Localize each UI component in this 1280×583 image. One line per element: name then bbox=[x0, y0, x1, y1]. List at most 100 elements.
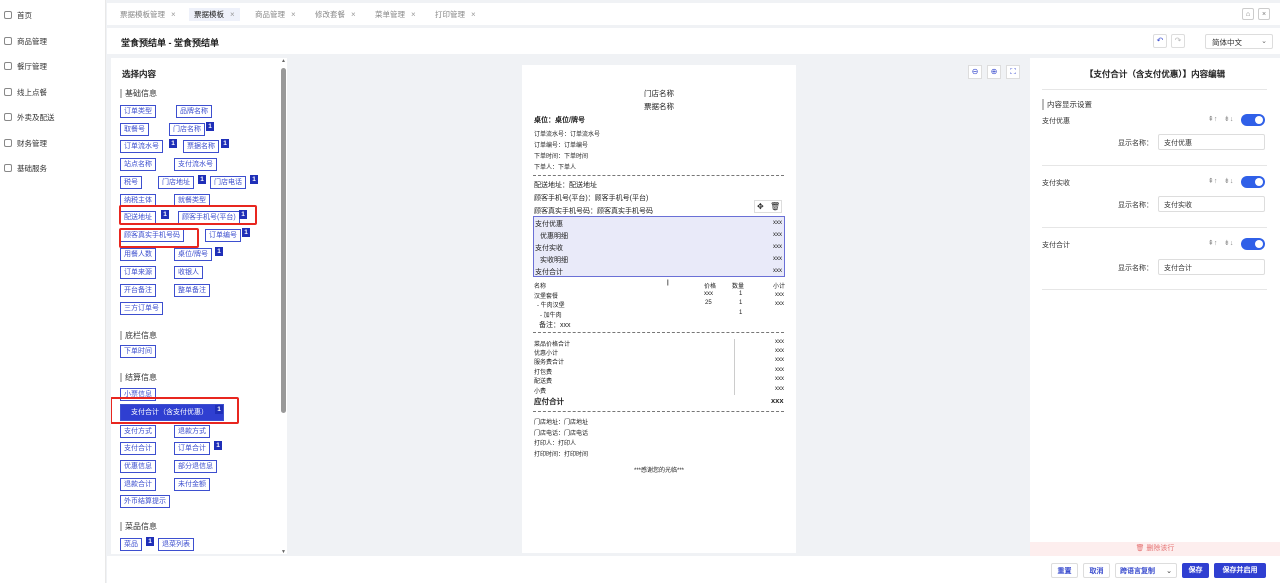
field-toggle[interactable] bbox=[1241, 238, 1265, 250]
chip-unpaid-amount[interactable]: 未付金额 bbox=[174, 478, 210, 491]
nav-item-goods[interactable]: 商品管理 bbox=[4, 34, 47, 48]
count-badge: 1 bbox=[169, 139, 177, 148]
receipt-address[interactable]: 配送地址：配送地址 bbox=[534, 180, 597, 190]
lock-icon[interactable]: ⌂ bbox=[1242, 8, 1254, 20]
left-panel-scrollbar[interactable]: ▲ ▼ bbox=[280, 58, 287, 556]
chip-cashier[interactable]: 收银人 bbox=[174, 266, 203, 279]
chevron-down-icon: ⌄ bbox=[1261, 38, 1267, 45]
chip-discount-info[interactable]: 优惠信息 bbox=[120, 460, 156, 473]
field-toggle[interactable] bbox=[1241, 176, 1265, 188]
receipt-phone-real[interactable]: 顾客真实手机号码：顾客真实手机号码 bbox=[534, 206, 653, 216]
nav-item-finance[interactable]: 财务管理 bbox=[4, 136, 47, 150]
nav-item-restaurant[interactable]: 餐厅管理 bbox=[4, 59, 47, 73]
sort-desc-icon[interactable]: ⇟↓ bbox=[1224, 177, 1233, 185]
chip-order-no[interactable]: 订单编号 bbox=[205, 229, 241, 242]
receipt-order-time[interactable]: 下单时间：下单时间 bbox=[534, 151, 588, 160]
scroll-up-icon[interactable]: ▲ bbox=[280, 58, 287, 64]
nav-label: 线上点餐 bbox=[17, 87, 47, 97]
chip-foreign-currency-tip[interactable]: 外币结算提示 bbox=[120, 495, 170, 508]
chip-order-total[interactable]: 订单合计 bbox=[174, 442, 210, 455]
nav-item-home[interactable]: 首页 bbox=[4, 8, 32, 22]
chip-partial-refund-info[interactable]: 部分退信息 bbox=[174, 460, 217, 473]
chip-order-time[interactable]: 下单时间 bbox=[120, 345, 156, 358]
close-icon[interactable]: × bbox=[351, 10, 356, 19]
close-icon[interactable]: × bbox=[471, 10, 476, 19]
zoom-out-icon[interactable]: ⊖ bbox=[968, 65, 982, 79]
close-all-icon[interactable]: × bbox=[1258, 8, 1270, 20]
save-button[interactable]: 保存 bbox=[1182, 563, 1209, 578]
field-toggle[interactable] bbox=[1241, 114, 1265, 126]
tab-edit-combo[interactable]: 修改套餐 × bbox=[310, 8, 361, 21]
nav-item-service[interactable]: 基础服务 bbox=[4, 161, 47, 175]
chip-pickup-no[interactable]: 取餐号 bbox=[120, 123, 149, 136]
receipt-ticket-name[interactable]: 票据名称 bbox=[522, 101, 796, 112]
tab-print-mgmt[interactable]: 打印管理 × bbox=[430, 8, 481, 21]
chip-store-phone[interactable]: 门店电话 bbox=[210, 176, 246, 189]
tab-goods-mgmt[interactable]: 商品管理 × bbox=[250, 8, 301, 21]
delete-row-button[interactable]: 🗑 删除该行 bbox=[1030, 542, 1280, 556]
chip-pay-serial[interactable]: 支付流水号 bbox=[174, 158, 217, 171]
reset-button[interactable]: 重置 bbox=[1051, 563, 1078, 578]
footer-line: 打印时间：打印时间 bbox=[534, 452, 589, 458]
chip-refund-method[interactable]: 退款方式 bbox=[174, 425, 210, 438]
nav-label: 商品管理 bbox=[17, 36, 47, 46]
cancel-button[interactable]: 取消 bbox=[1083, 563, 1110, 578]
display-name-input[interactable]: 支付实收 bbox=[1158, 196, 1265, 212]
language-select[interactable]: 简体中文 ⌄ bbox=[1205, 34, 1273, 49]
scroll-thumb[interactable] bbox=[281, 68, 286, 413]
chip-third-party-order[interactable]: 三方订单号 bbox=[120, 302, 163, 315]
receipt-order-no[interactable]: 订单编号：订单编号 bbox=[534, 140, 588, 149]
receipt-store-name[interactable]: 门店名称 bbox=[522, 88, 796, 99]
tab-menu-mgmt[interactable]: 菜单管理 × bbox=[370, 8, 421, 21]
redo-icon[interactable]: ↷ bbox=[1171, 34, 1185, 48]
chip-tax-no[interactable]: 税号 bbox=[120, 176, 142, 189]
sort-asc-icon[interactable]: ⇞↑ bbox=[1208, 177, 1217, 185]
display-name-input[interactable]: 支付合计 bbox=[1158, 259, 1265, 275]
chip-ticket-name[interactable]: 票据名称 bbox=[183, 140, 219, 153]
nav-item-online-order[interactable]: 线上点餐 bbox=[4, 85, 47, 99]
pay-line-label: 优惠明细 bbox=[540, 233, 568, 240]
close-icon[interactable]: × bbox=[171, 10, 176, 19]
chip-site-name[interactable]: 站点名称 bbox=[120, 158, 156, 171]
display-name-input[interactable]: 支付优惠 bbox=[1158, 134, 1265, 150]
chip-order-source[interactable]: 订单来源 bbox=[120, 266, 156, 279]
chip-refund-total[interactable]: 退款合计 bbox=[120, 478, 156, 491]
chip-serial-no[interactable]: 订单流水号 bbox=[120, 140, 163, 153]
receipt-table[interactable]: 桌位：桌位/牌号 bbox=[534, 115, 585, 125]
receipt-preview: 门店名称 票据名称 桌位：桌位/牌号 订单流水号：订单流水号 订单编号：订单编号… bbox=[522, 65, 796, 553]
close-icon[interactable]: × bbox=[230, 10, 235, 19]
sort-desc-icon[interactable]: ⇟↓ bbox=[1224, 115, 1233, 123]
selected-block-pay-total[interactable]: 支付优惠 xxx 优惠明细 xxx 支付实收 xxx 实收明细 xxx 支付合计… bbox=[533, 216, 785, 277]
chip-order-remark[interactable]: 整单备注 bbox=[174, 284, 210, 297]
chip-diner-count[interactable]: 用餐人数 bbox=[120, 248, 156, 261]
chip-pay-total[interactable]: 支付合计 bbox=[120, 442, 156, 455]
multi-language-copy-button[interactable]: 跨语言复制 ⌄ bbox=[1115, 563, 1177, 578]
undo-icon[interactable]: ↶ bbox=[1153, 34, 1167, 48]
chip-table-no[interactable]: 桌位/牌号 bbox=[174, 248, 212, 261]
receipt-cashier[interactable]: 下单人：下单人 bbox=[534, 162, 576, 171]
receipt-serial[interactable]: 订单流水号：订单流水号 bbox=[534, 129, 600, 138]
save-and-enable-button[interactable]: 保存并启用 bbox=[1214, 563, 1266, 578]
fit-screen-icon[interactable]: ⛶ bbox=[1006, 65, 1020, 79]
chip-store-name[interactable]: 门店名称 bbox=[169, 123, 205, 136]
chip-open-remark[interactable]: 开台备注 bbox=[120, 284, 156, 297]
sort-asc-icon[interactable]: ⇞↑ bbox=[1208, 115, 1217, 123]
scroll-down-icon[interactable]: ▼ bbox=[280, 549, 287, 555]
sort-asc-icon[interactable]: ⇞↑ bbox=[1208, 239, 1217, 247]
chip-brand-name[interactable]: 品牌名称 bbox=[176, 105, 212, 118]
chip-dish[interactable]: 菜品 bbox=[120, 538, 142, 551]
zoom-in-icon[interactable]: ⊕ bbox=[987, 65, 1001, 79]
chip-returned-dishes[interactable]: 退菜列表 bbox=[158, 538, 194, 551]
chip-store-address[interactable]: 门店地址 bbox=[158, 176, 194, 189]
close-icon[interactable]: × bbox=[291, 10, 296, 19]
pay-line-label: 支付实收 bbox=[535, 245, 563, 252]
chip-pay-method[interactable]: 支付方式 bbox=[120, 425, 156, 438]
close-icon[interactable]: × bbox=[411, 10, 416, 19]
chip-order-type[interactable]: 订单类型 bbox=[120, 105, 156, 118]
nav-label: 首页 bbox=[17, 10, 32, 20]
sort-desc-icon[interactable]: ⇟↓ bbox=[1224, 239, 1233, 247]
tab-ticket-template[interactable]: 票据模板 × bbox=[189, 8, 240, 21]
nav-item-delivery[interactable]: 外卖及配送 bbox=[4, 110, 55, 124]
tab-ticket-template-mgmt[interactable]: 票据模板管理 × bbox=[115, 8, 181, 21]
receipt-phone-platform[interactable]: 顾客手机号(平台)：顾客手机号(平台) bbox=[534, 193, 648, 203]
